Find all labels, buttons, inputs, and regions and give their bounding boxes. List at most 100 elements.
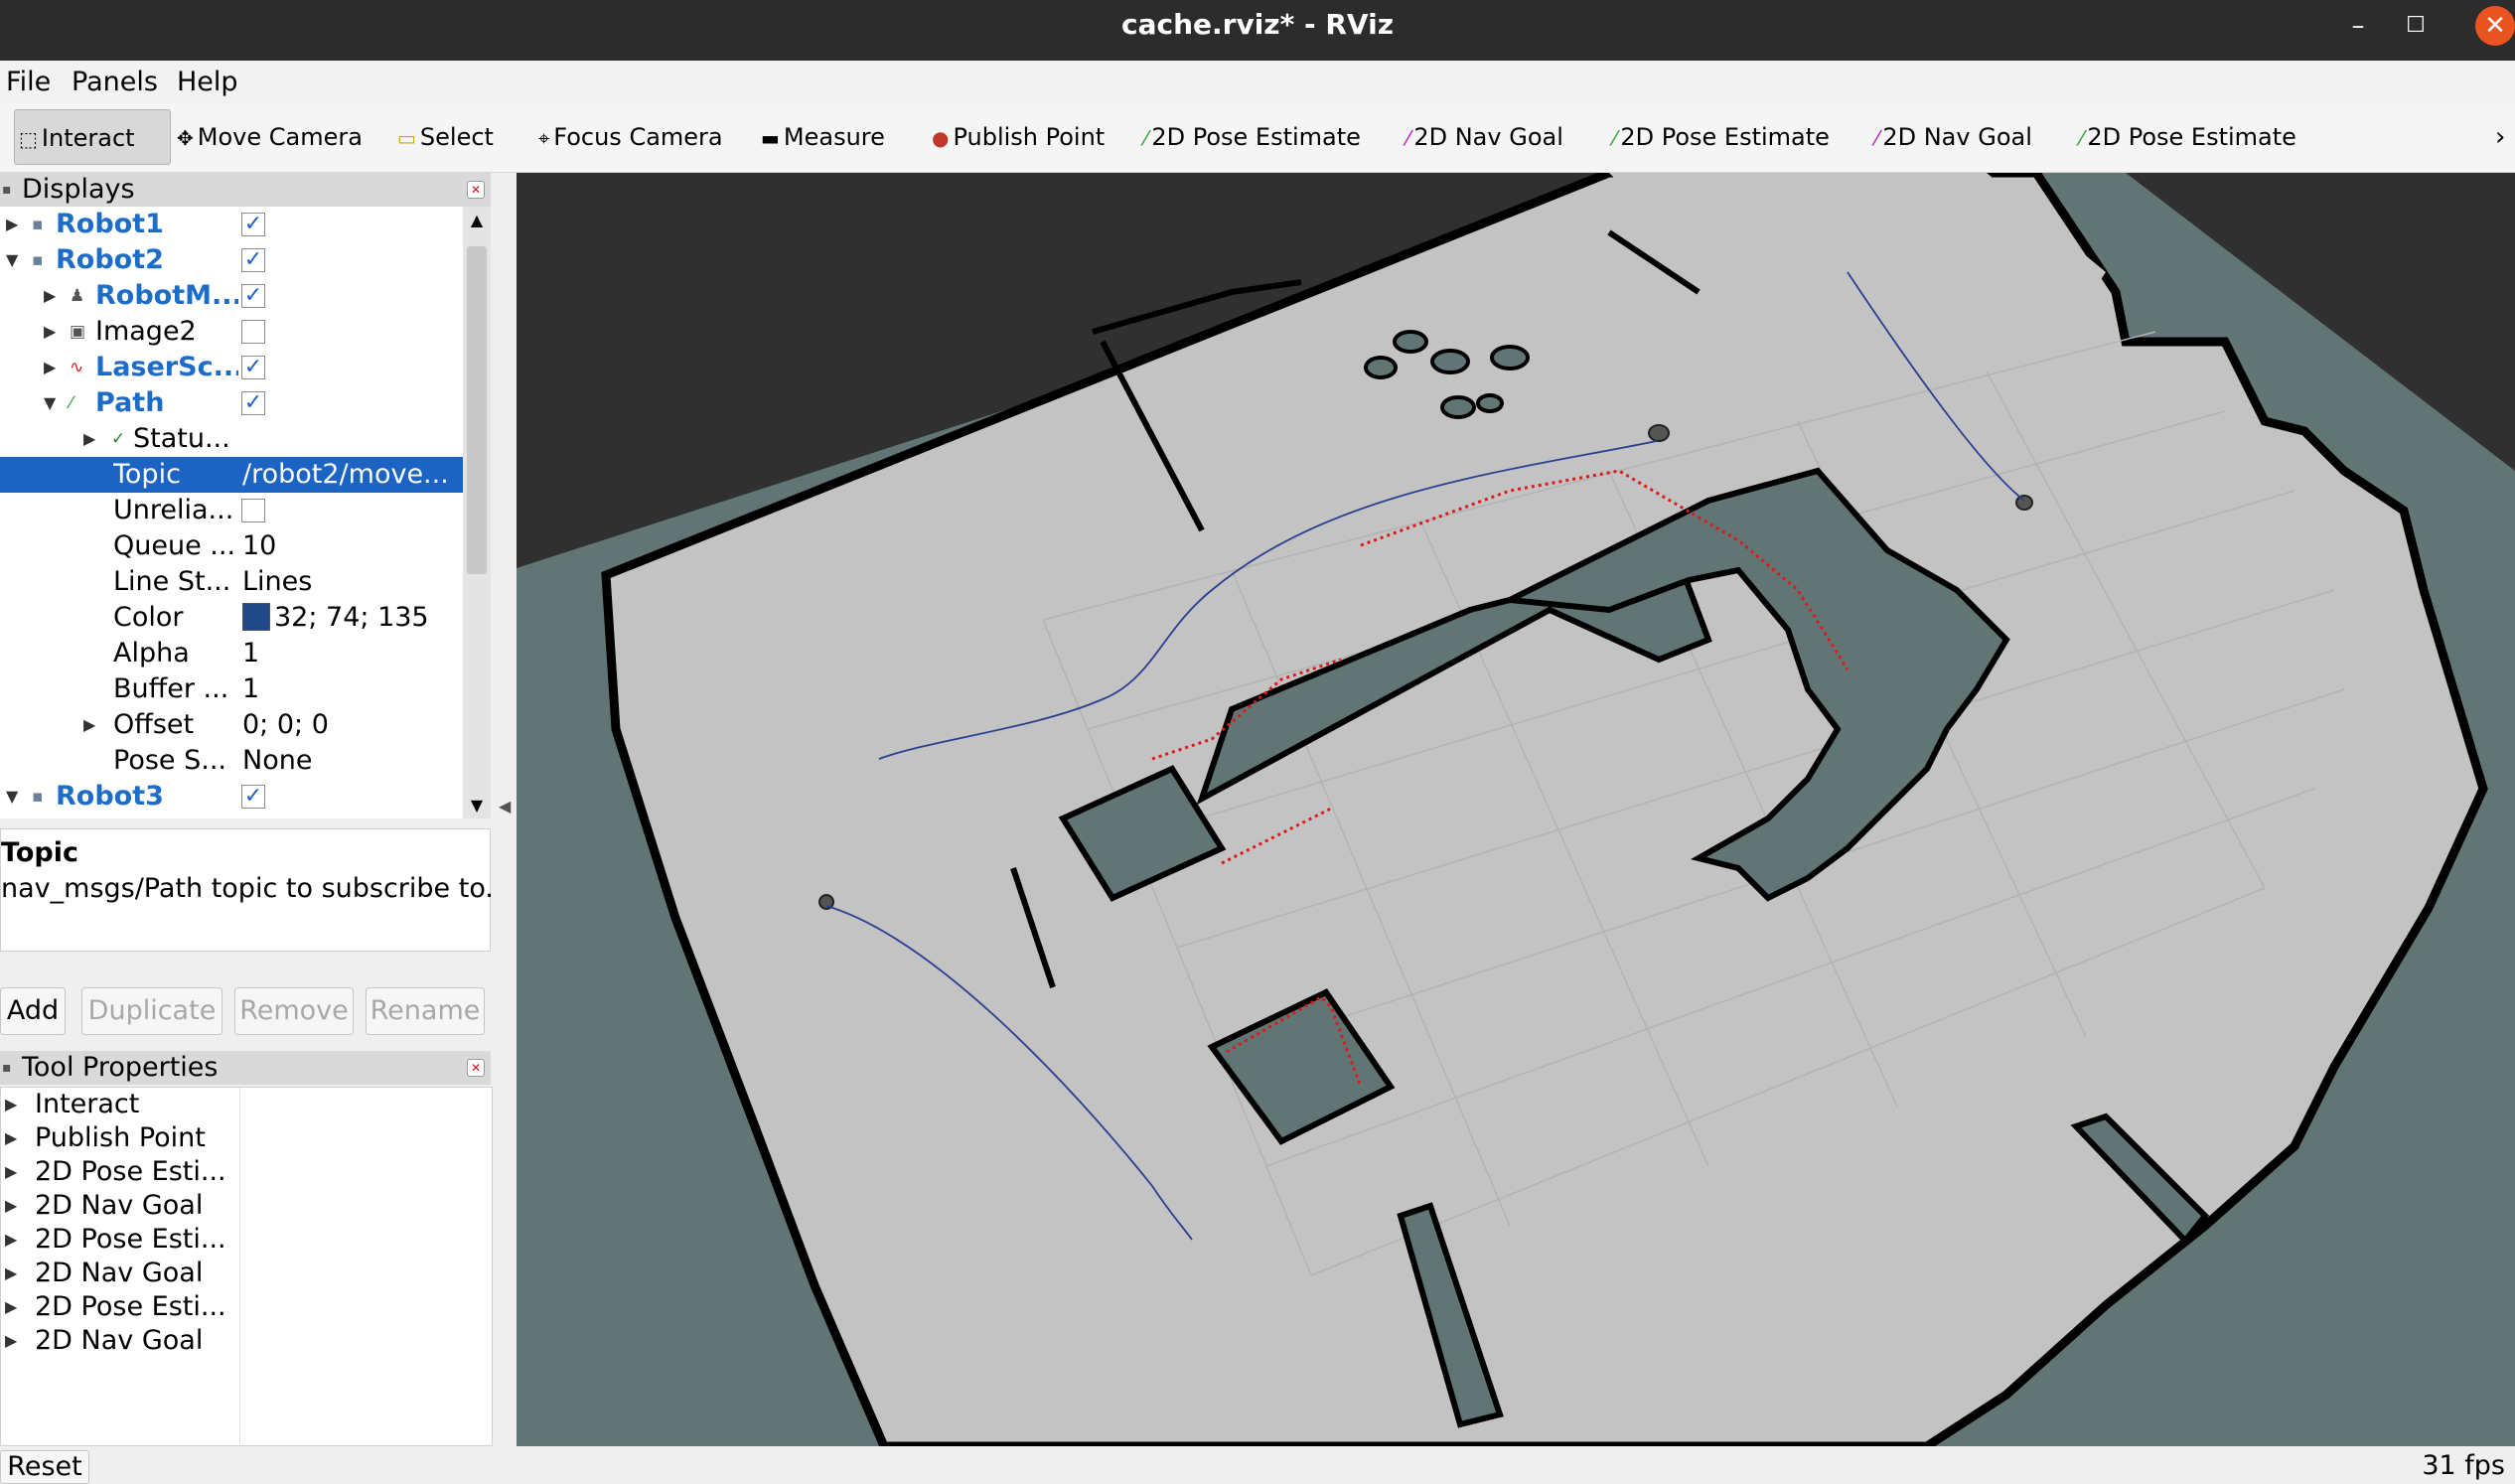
property-value[interactable]: 1 bbox=[242, 671, 463, 707]
occupancy-map-render[interactable] bbox=[517, 173, 2515, 1446]
property-name: Unrelia... bbox=[113, 495, 234, 525]
displays-scrollbar[interactable]: ▲ ▼ bbox=[463, 207, 491, 818]
toolbar-overflow-button[interactable]: › bbox=[2495, 117, 2515, 157]
tool-2d-nav-goal[interactable]: ⁄ 2D Nav Goal bbox=[1875, 117, 2032, 157]
expand-arrow-icon[interactable]: ▶ bbox=[83, 421, 95, 457]
menu-file[interactable]: File bbox=[6, 67, 51, 97]
display-robot2[interactable]: ▼ ▪ Robot2 ✓ bbox=[0, 242, 463, 278]
tool-2d-pose-estimate[interactable]: ⁄ 2D Pose Estimate bbox=[2080, 117, 2296, 157]
menu-panels[interactable]: Panels bbox=[72, 67, 158, 97]
display-enabled-checkbox[interactable]: ✓ bbox=[241, 213, 265, 236]
property-name: Alpha bbox=[113, 638, 190, 668]
reset-button[interactable]: Reset bbox=[0, 1450, 89, 1484]
minimize-button[interactable]: – bbox=[2330, 0, 2386, 52]
collapse-arrow-icon[interactable]: ▼ bbox=[6, 242, 18, 278]
panel-drag-icon[interactable]: ▪ bbox=[2, 1051, 12, 1085]
property-pose-style[interactable]: Pose S... None bbox=[0, 743, 463, 779]
tool-2d-pose-estimate[interactable]: ⁄ 2D Pose Estimate bbox=[1613, 117, 1830, 157]
expand-arrow-icon[interactable]: ▶ bbox=[5, 1121, 17, 1155]
expand-arrow-icon[interactable]: ▶ bbox=[5, 1257, 17, 1290]
property-line-style[interactable]: Line St... Lines bbox=[0, 564, 463, 600]
maximize-button[interactable]: ☐ bbox=[2388, 0, 2443, 52]
robot-model-icon: ♟ bbox=[70, 286, 85, 306]
window-title: cache.rviz* - RViz bbox=[1121, 8, 1394, 41]
tool-properties-list: ▶ Interact ▶ Publish Point ▶ 2D Pose Esti..… bbox=[0, 1087, 493, 1446]
property-status[interactable]: ▶ ✓ Statu... bbox=[0, 421, 463, 457]
property-value[interactable]: 1 bbox=[242, 636, 463, 671]
collapse-arrow-icon[interactable]: ▼ bbox=[6, 779, 18, 815]
folder-icon: ▪ bbox=[32, 215, 44, 234]
rename-button[interactable]: Rename bbox=[366, 987, 485, 1035]
property-value[interactable]: Lines bbox=[242, 564, 463, 600]
close-icon[interactable]: ✕ bbox=[467, 1059, 485, 1077]
display-robot1[interactable]: ▶ ▪ Robot1 ✓ bbox=[0, 207, 463, 242]
close-icon[interactable]: ✕ bbox=[467, 181, 485, 199]
property-value[interactable]: None bbox=[242, 743, 463, 779]
menu-help[interactable]: Help bbox=[177, 67, 238, 97]
property-alpha[interactable]: Alpha 1 bbox=[0, 636, 463, 671]
tool-publish-point[interactable]: ● Publish Point bbox=[932, 117, 1105, 157]
add-button[interactable]: Add bbox=[0, 987, 66, 1035]
property-color[interactable]: Color 32; 74; 135 bbox=[0, 600, 463, 636]
display-name: Robot2 bbox=[56, 244, 164, 275]
display-path[interactable]: ▼ ⁄ Path ✓ bbox=[0, 385, 463, 421]
panel-drag-icon[interactable]: ▪ bbox=[2, 173, 12, 207]
collapse-panel-icon[interactable]: ◀ bbox=[499, 797, 511, 816]
tool-measure[interactable]: ▬ Measure bbox=[761, 117, 885, 157]
pose-estimate-icon: ⁄ bbox=[2080, 126, 2084, 150]
display-enabled-checkbox[interactable]: ✓ bbox=[241, 284, 265, 308]
expand-arrow-icon[interactable]: ▶ bbox=[83, 707, 95, 743]
expand-arrow-icon[interactable]: ▶ bbox=[44, 278, 56, 314]
display-enabled-checkbox[interactable]: ✓ bbox=[241, 391, 265, 415]
property-value[interactable]: 0; 0; 0 bbox=[242, 707, 463, 743]
property-unreliable[interactable]: Unrelia... bbox=[0, 493, 463, 528]
property-value[interactable]: 32; 74; 135 bbox=[242, 600, 463, 636]
property-queue-size[interactable]: Queue ... 10 bbox=[0, 528, 463, 564]
tool-focus-camera[interactable]: ⌖ Focus Camera bbox=[538, 117, 723, 157]
scroll-up-icon[interactable]: ▲ bbox=[463, 211, 491, 229]
expand-arrow-icon[interactable]: ▶ bbox=[5, 1223, 17, 1257]
display-image2[interactable]: ▶ ▣ Image2 bbox=[0, 314, 463, 350]
property-topic[interactable]: Topic /robot2/move... bbox=[0, 457, 463, 493]
expand-arrow-icon[interactable]: ▶ bbox=[5, 1088, 17, 1121]
tool-2d-pose-estimate[interactable]: ⁄ 2D Pose Estimate bbox=[1144, 117, 1361, 157]
expand-arrow-icon[interactable]: ▶ bbox=[5, 1290, 17, 1324]
scrollbar-thumb[interactable] bbox=[467, 246, 487, 574]
property-value[interactable]: /robot2/move... bbox=[242, 457, 463, 493]
property-name: Line St... bbox=[113, 566, 231, 597]
display-enabled-checkbox[interactable]: ✓ bbox=[241, 248, 265, 272]
render-3d-view[interactable] bbox=[517, 173, 2515, 1446]
scroll-down-icon[interactable]: ▼ bbox=[463, 796, 491, 815]
tool-2d-nav-goal[interactable]: ⁄ 2D Nav Goal bbox=[1406, 117, 1563, 157]
expand-arrow-icon[interactable]: ▶ bbox=[5, 1189, 17, 1223]
color-swatch[interactable] bbox=[242, 603, 270, 631]
tool-move-camera[interactable]: ✥ Move Camera bbox=[177, 117, 363, 157]
tool-select[interactable]: ▭ Select bbox=[397, 117, 494, 157]
tool-prop-label: 2D Pose Esti... bbox=[35, 1224, 226, 1255]
display-enabled-checkbox[interactable] bbox=[241, 320, 265, 344]
image-icon: ▣ bbox=[70, 322, 86, 342]
duplicate-button[interactable]: Duplicate bbox=[81, 987, 222, 1035]
expand-arrow-icon[interactable]: ▶ bbox=[6, 207, 18, 242]
panel-splitter[interactable]: ◀ bbox=[493, 173, 517, 1444]
display-robot-model[interactable]: ▶ ♟ RobotM... ✓ bbox=[0, 278, 463, 314]
tool-interact[interactable]: ⬚ Interact bbox=[14, 109, 171, 165]
display-enabled-checkbox[interactable]: ✓ bbox=[241, 356, 265, 379]
nav-goal-icon: ⁄ bbox=[1406, 126, 1410, 150]
display-enabled-checkbox[interactable]: ✓ bbox=[241, 785, 265, 809]
display-laser-scan[interactable]: ▶ ∿ LaserSc... ✓ bbox=[0, 350, 463, 385]
property-value[interactable]: 10 bbox=[242, 528, 463, 564]
remove-button[interactable]: Remove bbox=[234, 987, 354, 1035]
collapse-arrow-icon[interactable]: ▼ bbox=[44, 385, 56, 421]
close-button[interactable]: ✕ bbox=[2475, 6, 2515, 46]
display-robot3[interactable]: ▼ ▪ Robot3 ✓ bbox=[0, 779, 463, 815]
expand-arrow-icon[interactable]: ▶ bbox=[5, 1324, 17, 1358]
expand-arrow-icon[interactable]: ▶ bbox=[44, 314, 56, 350]
tool-prop-label: 2D Nav Goal bbox=[35, 1325, 204, 1356]
tool-prop-label: Publish Point bbox=[35, 1122, 206, 1153]
property-buffer-length[interactable]: Buffer ... 1 bbox=[0, 671, 463, 707]
expand-arrow-icon[interactable]: ▶ bbox=[44, 350, 56, 385]
expand-arrow-icon[interactable]: ▶ bbox=[5, 1155, 17, 1189]
unreliable-checkbox[interactable] bbox=[241, 499, 265, 522]
property-offset[interactable]: ▶ Offset 0; 0; 0 bbox=[0, 707, 463, 743]
